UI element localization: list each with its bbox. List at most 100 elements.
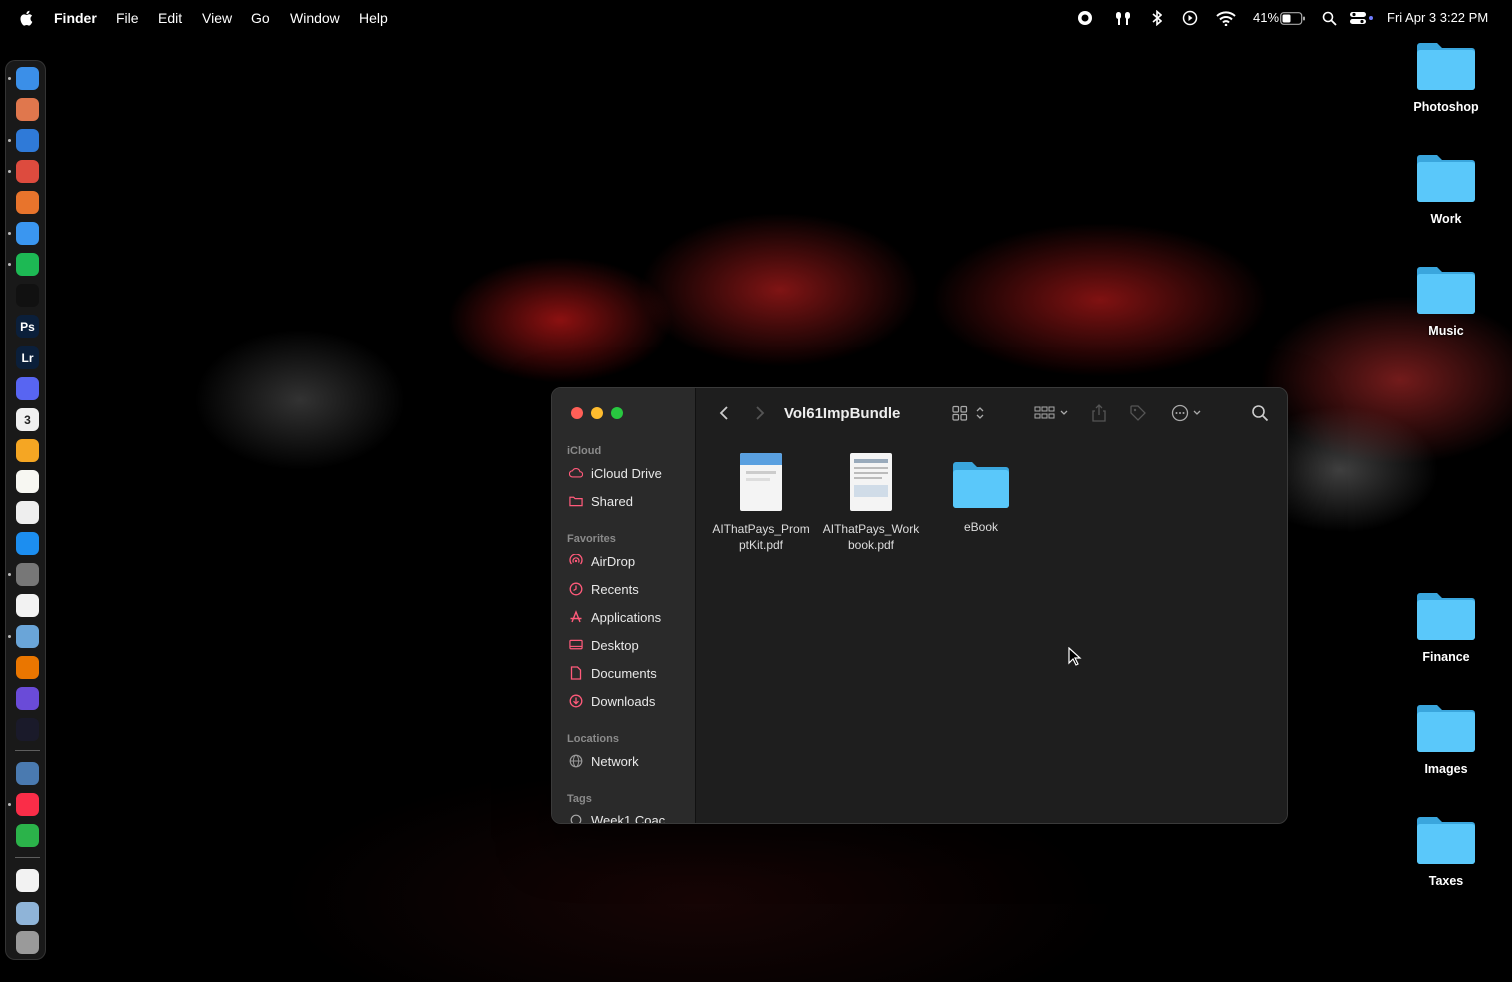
desktop-folder-photoshop[interactable]: Photoshop [1401,40,1491,114]
dock-music-icon[interactable] [16,793,39,816]
dock-launchpad-icon[interactable] [16,98,39,121]
tag-icon[interactable] [1129,403,1147,423]
group-by-icon[interactable] [1034,403,1070,423]
sidebar-item-shared[interactable]: Shared [569,491,633,511]
dock-numbers-icon[interactable] [16,824,39,847]
wifi-icon[interactable] [1215,8,1237,28]
sidebar-label: Downloads [591,693,656,709]
desktop-folder-taxes[interactable]: Taxes [1401,814,1491,888]
dock-discord-icon[interactable] [16,377,39,400]
desktop-icon [569,638,583,652]
dock-chatgpt-icon[interactable] [16,284,39,307]
zoom-button[interactable] [611,407,623,419]
desktop-folder-music[interactable]: Music [1401,264,1491,338]
sidebar-item-applications[interactable]: Applications [569,607,661,627]
window-title: Vol61ImpBundle [784,405,901,422]
airpods-icon[interactable] [1112,8,1134,28]
desktop-folder-label: Music [1428,324,1464,338]
sidebar-item-network[interactable]: Network [569,751,639,771]
dock-calendar-icon[interactable]: 3 [16,408,39,431]
control-center-icon[interactable] [1348,8,1376,28]
battery-icon[interactable] [1280,8,1306,28]
applications-icon [569,610,583,624]
menu-edit[interactable]: Edit [158,10,182,26]
dock-downloads-stack-icon[interactable] [16,902,39,925]
now-playing-icon[interactable] [1181,8,1199,28]
sidebar-item-downloads[interactable]: Downloads [569,691,655,711]
spotlight-search-icon[interactable] [1320,8,1338,28]
dock-running-indicator [8,263,11,266]
dock-preview-icon[interactable] [16,625,39,648]
apple-menu-icon[interactable] [19,9,35,27]
menu-view[interactable]: View [202,10,232,26]
share-icon[interactable] [1091,403,1107,423]
dock-system-settings-icon[interactable] [16,563,39,586]
sidebar-label: AirDrop [591,553,636,569]
desktop-folder-label: Finance [1422,650,1470,664]
dock-document-icon[interactable] [16,869,39,892]
dock-mail-icon[interactable] [16,222,39,245]
screen-record-icon[interactable] [1076,8,1094,28]
desktop-folder-images[interactable]: Images [1401,702,1491,776]
finder-window: iCloud iCloud Drive Shared Favorites Air… [551,387,1288,824]
desktop-folder-work[interactable]: Work [1401,152,1491,226]
dock-safari-icon[interactable] [16,129,39,152]
dock-clock-icon[interactable] [16,718,39,741]
file-item-promptkit[interactable]: AIThatPays_Prom ptKit.pdf [706,453,816,553]
close-button[interactable] [571,407,583,419]
folder-item-ebook[interactable]: eBook [926,453,1036,535]
dock-blender-icon[interactable] [16,656,39,679]
dock-running-indicator [8,77,11,80]
desktop-folder-finance[interactable]: Finance [1401,590,1491,664]
sidebar-item-tag[interactable]: Week1 Coac [569,810,666,824]
dock-chrome-icon[interactable] [16,160,39,183]
sidebar-label: Shared [591,493,633,509]
dock-notes-icon[interactable] [16,470,39,493]
dock-trash-icon[interactable] [16,931,39,954]
file-item-workbook[interactable]: AIThatPays_Work book.pdf [816,453,926,553]
dock-pages-icon[interactable] [16,439,39,462]
sidebar-header-icloud: iCloud [567,445,602,457]
forward-button[interactable] [754,403,766,423]
back-button[interactable] [718,403,730,423]
document-icon [569,666,583,680]
sidebar-item-airdrop[interactable]: AirDrop [569,551,635,571]
dock-app-store-icon[interactable] [16,532,39,555]
dock-screen-sharing-icon[interactable] [16,762,39,785]
sidebar-item-desktop[interactable]: Desktop [569,635,639,655]
globe-icon [569,754,583,768]
dock-notion-icon[interactable] [16,501,39,524]
dock-running-indicator [8,139,11,142]
sidebar-label: Week1 Coac [591,812,666,824]
dock-spotify-icon[interactable] [16,253,39,276]
menu-help[interactable]: Help [359,10,388,26]
sidebar-item-recents[interactable]: Recents [569,579,639,599]
view-mode-icon[interactable] [952,403,986,423]
dock-lightroom-icon[interactable]: Lr [16,346,39,369]
cloud-icon [569,466,583,480]
dock-firefox-icon[interactable] [16,191,39,214]
airdrop-icon [569,554,583,568]
dock-photoshop-icon[interactable]: Ps [16,315,39,338]
dock-imovie-icon[interactable] [16,687,39,710]
menu-window[interactable]: Window [290,10,340,26]
menu-clock[interactable]: Fri Apr 3 3:22 PM [1387,10,1488,25]
menu-app-name[interactable]: Finder [54,10,97,26]
finder-content: Vol61ImpBundle AIThatPays_Prom ptKit.pdf… [696,388,1287,823]
dock-textedit-icon[interactable] [16,594,39,617]
sidebar-item-documents[interactable]: Documents [569,663,657,683]
dock-running-indicator [8,232,11,235]
dock-finder-icon[interactable] [16,67,39,90]
sidebar-item-icloud-drive[interactable]: iCloud Drive [569,463,662,483]
download-icon [569,694,583,708]
minimize-button[interactable] [591,407,603,419]
menu-go[interactable]: Go [251,10,270,26]
file-name-line: eBook [963,520,999,534]
battery-percent: 41% [1253,10,1280,25]
sidebar-header-locations: Locations [567,733,619,745]
menu-file[interactable]: File [116,10,139,26]
desktop-folder-label: Taxes [1428,874,1464,888]
search-icon[interactable] [1251,403,1269,423]
bluetooth-icon[interactable] [1150,8,1164,28]
more-actions-icon[interactable] [1171,403,1207,423]
